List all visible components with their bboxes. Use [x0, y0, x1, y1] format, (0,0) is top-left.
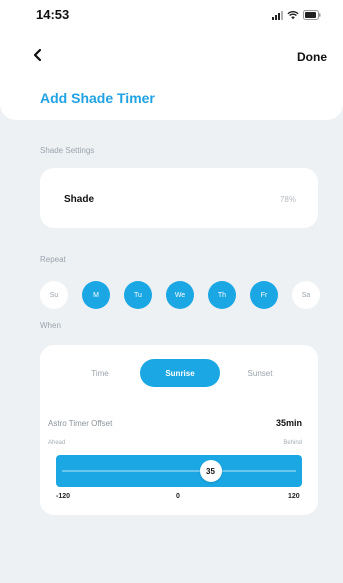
when-label: When: [40, 321, 61, 330]
ahead-label: Ahead: [48, 440, 66, 446]
trigger-segmented-control: Time Sunrise Sunset: [60, 359, 300, 387]
tick-zero: 0: [176, 493, 180, 500]
page-title: Add Shade Timer: [40, 90, 155, 106]
cellular-signal-icon: [272, 10, 283, 20]
day-tuesday[interactable]: Tu: [124, 281, 152, 309]
offset-label: Astro Timer Offset: [48, 419, 113, 428]
status-bar: 14:53: [0, 0, 343, 30]
wifi-icon: [287, 10, 299, 20]
shade-label: Shade: [64, 194, 95, 205]
segment-sunrise[interactable]: Sunrise: [140, 359, 220, 387]
slider-thumb[interactable]: 35: [199, 460, 222, 482]
when-card: Time Sunrise Sunset Astro Timer Offset 3…: [40, 345, 318, 515]
navigation-bar: Done: [0, 44, 343, 68]
day-friday[interactable]: Fr: [250, 281, 278, 309]
day-saturday[interactable]: Sa: [292, 281, 320, 309]
day-wednesday[interactable]: We: [166, 281, 194, 309]
status-time: 14:53: [36, 7, 70, 22]
shade-value: 78%: [279, 195, 296, 204]
segment-sunset[interactable]: Sunset: [220, 359, 300, 387]
segment-time[interactable]: Time: [60, 359, 140, 387]
shade-settings-label: Shade Settings: [40, 146, 95, 155]
behind-label: Behind: [283, 440, 302, 446]
done-button[interactable]: Done: [297, 50, 327, 64]
repeat-label: Repeat: [40, 255, 66, 264]
day-thursday[interactable]: Th: [208, 281, 236, 309]
shade-setting-row[interactable]: Shade 78%: [40, 168, 318, 228]
slider-track: [62, 470, 296, 472]
tick-max: 120: [288, 493, 300, 500]
day-monday[interactable]: M: [82, 281, 110, 309]
header-panel: 14:53 Done Add Shade Timer: [0, 0, 343, 120]
status-icons: [272, 9, 321, 21]
day-sunday[interactable]: Su: [40, 281, 68, 309]
back-chevron-icon[interactable]: [30, 47, 46, 63]
battery-icon: [303, 10, 321, 20]
offset-slider[interactable]: 35: [56, 455, 302, 487]
offset-value: 35min: [275, 418, 302, 428]
repeat-days: Su M Tu We Th Fr Sa: [40, 281, 320, 309]
tick-min: -120: [56, 493, 71, 500]
